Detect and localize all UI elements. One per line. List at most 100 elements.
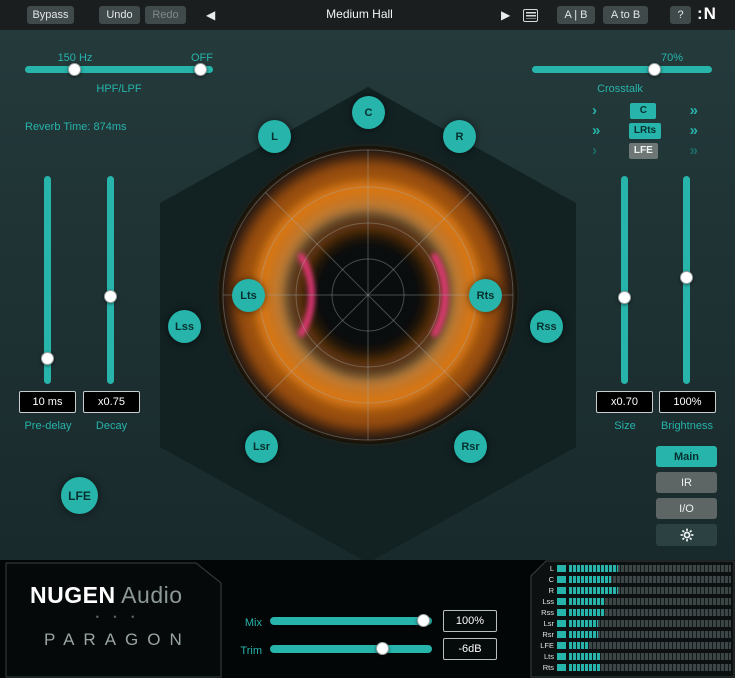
meter-strip [569, 631, 731, 638]
channel-node-rts[interactable]: Rts [469, 279, 502, 312]
meter-strip [569, 642, 731, 649]
undo-button[interactable]: Undo [99, 6, 140, 24]
product-name: PARAGON [44, 630, 191, 650]
meter-label: Rss [534, 608, 554, 617]
meter-level [569, 642, 588, 649]
channel-node-l[interactable]: L [258, 120, 291, 153]
crosstalk-slider-handle[interactable] [648, 63, 661, 76]
meter-level [569, 609, 605, 616]
channel-node-rss[interactable]: Rss [530, 310, 563, 343]
paragon-plugin-window: Bypass Undo Redo ◀ Medium Hall ▶ A | B A… [0, 0, 735, 678]
main-page-button[interactable]: Main [656, 446, 717, 467]
channel-node-r[interactable]: R [443, 120, 476, 153]
trim-slider-handle[interactable] [376, 642, 389, 655]
ir-page-button[interactable]: IR [656, 472, 717, 493]
routing-c-button[interactable]: C [630, 103, 656, 119]
predelay-value-box[interactable]: 10 ms [19, 391, 76, 413]
bypass-button[interactable]: Bypass [27, 6, 74, 24]
size-slider-handle[interactable] [618, 291, 631, 304]
crosstalk-label: Crosstalk [580, 83, 660, 95]
meter-label: Rsr [534, 630, 554, 639]
nugen-logo-icon: :N [697, 4, 717, 24]
settings-button[interactable] [656, 524, 717, 546]
help-button[interactable]: ? [670, 6, 691, 24]
meter-row-lss: Lss [534, 596, 731, 607]
meter-chip [557, 664, 566, 671]
meter-level [569, 653, 601, 660]
mix-label: Mix [228, 617, 262, 629]
hpf-slider-handle[interactable] [68, 63, 81, 76]
channel-node-lss[interactable]: Lss [168, 310, 201, 343]
channel-node-c[interactable]: C [352, 96, 385, 129]
size-slider-track[interactable] [621, 176, 628, 384]
meter-chip [557, 609, 566, 616]
meter-row-lfe: LFE [534, 640, 731, 651]
predelay-label: Pre-delay [11, 420, 85, 432]
meter-level [569, 565, 618, 572]
size-value-box[interactable]: x0.70 [596, 391, 653, 413]
decay-slider-track[interactable] [107, 176, 114, 384]
previous-preset-icon[interactable]: ◀ [206, 8, 215, 22]
preset-list-icon[interactable] [523, 9, 538, 22]
meter-label: Lss [534, 597, 554, 606]
io-page-button[interactable]: I/O [656, 498, 717, 519]
meter-label: Lsr [534, 619, 554, 628]
routing-lrts-button[interactable]: LRts [629, 123, 661, 139]
top-toolbar: Bypass Undo Redo ◀ Medium Hall ▶ A | B A… [0, 0, 735, 30]
chevron-double-right-icon[interactable]: » [690, 144, 698, 158]
meter-chip [557, 587, 566, 594]
trim-value-box[interactable]: -6dB [443, 638, 497, 660]
channel-node-lfe[interactable]: LFE [61, 477, 98, 514]
mix-slider-track[interactable] [270, 617, 432, 625]
meter-level [569, 664, 601, 671]
chevron-double-right-icon[interactable]: » [690, 104, 698, 118]
meter-level [569, 587, 618, 594]
brightness-label: Brightness [650, 420, 724, 432]
routing-lfe-button[interactable]: LFE [629, 143, 658, 159]
crosstalk-slider-track[interactable] [532, 66, 712, 73]
meter-strip [569, 565, 731, 572]
hpf-lpf-label: HPF/LPF [79, 83, 159, 95]
meter-chip [557, 631, 566, 638]
chevron-double-right-icon[interactable]: » [690, 124, 698, 138]
meter-row-rts: Rts [534, 662, 731, 673]
brand-audio: Audio [116, 582, 183, 608]
meter-row-r: R [534, 585, 731, 596]
channel-node-lsr[interactable]: Lsr [245, 430, 278, 463]
decay-label: Decay [75, 420, 148, 432]
meter-row-c: C [534, 574, 731, 585]
meter-chip [557, 576, 566, 583]
mix-slider-handle[interactable] [417, 614, 430, 627]
next-preset-icon[interactable]: ▶ [501, 8, 510, 22]
a-to-b-button[interactable]: A to B [603, 6, 648, 24]
predelay-slider-handle[interactable] [41, 352, 54, 365]
meter-row-rsr: Rsr [534, 629, 731, 640]
meter-row-lsr: Lsr [534, 618, 731, 629]
trim-slider-track[interactable] [270, 645, 432, 653]
meter-label: C [534, 575, 554, 584]
hpf-lpf-slider-track[interactable] [25, 66, 213, 73]
meter-label: LFE [534, 641, 554, 650]
meter-row-l: L [534, 563, 731, 574]
meter-label: Rts [534, 663, 554, 672]
lpf-slider-handle[interactable] [194, 63, 207, 76]
chevron-right-icon[interactable]: › [592, 144, 597, 158]
meter-level [569, 620, 598, 627]
redo-button[interactable]: Redo [145, 6, 186, 24]
meter-strip [569, 609, 731, 616]
chevron-double-right-icon[interactable]: » [592, 124, 600, 138]
meter-strip [569, 598, 731, 605]
routing-row-lrts: » LRts » [592, 122, 698, 139]
decay-value-box[interactable]: x0.75 [83, 391, 140, 413]
decay-slider-handle[interactable] [104, 290, 117, 303]
ab-toggle-button[interactable]: A | B [557, 6, 595, 24]
meter-level [569, 598, 605, 605]
brightness-value-box[interactable]: 100% [659, 391, 716, 413]
preset-name[interactable]: Medium Hall [287, 7, 432, 21]
channel-node-rsr[interactable]: Rsr [454, 430, 487, 463]
brightness-slider-handle[interactable] [680, 271, 693, 284]
channel-node-lts[interactable]: Lts [232, 279, 265, 312]
meter-label: Lts [534, 652, 554, 661]
mix-value-box[interactable]: 100% [443, 610, 497, 632]
chevron-right-icon[interactable]: › [592, 104, 597, 118]
